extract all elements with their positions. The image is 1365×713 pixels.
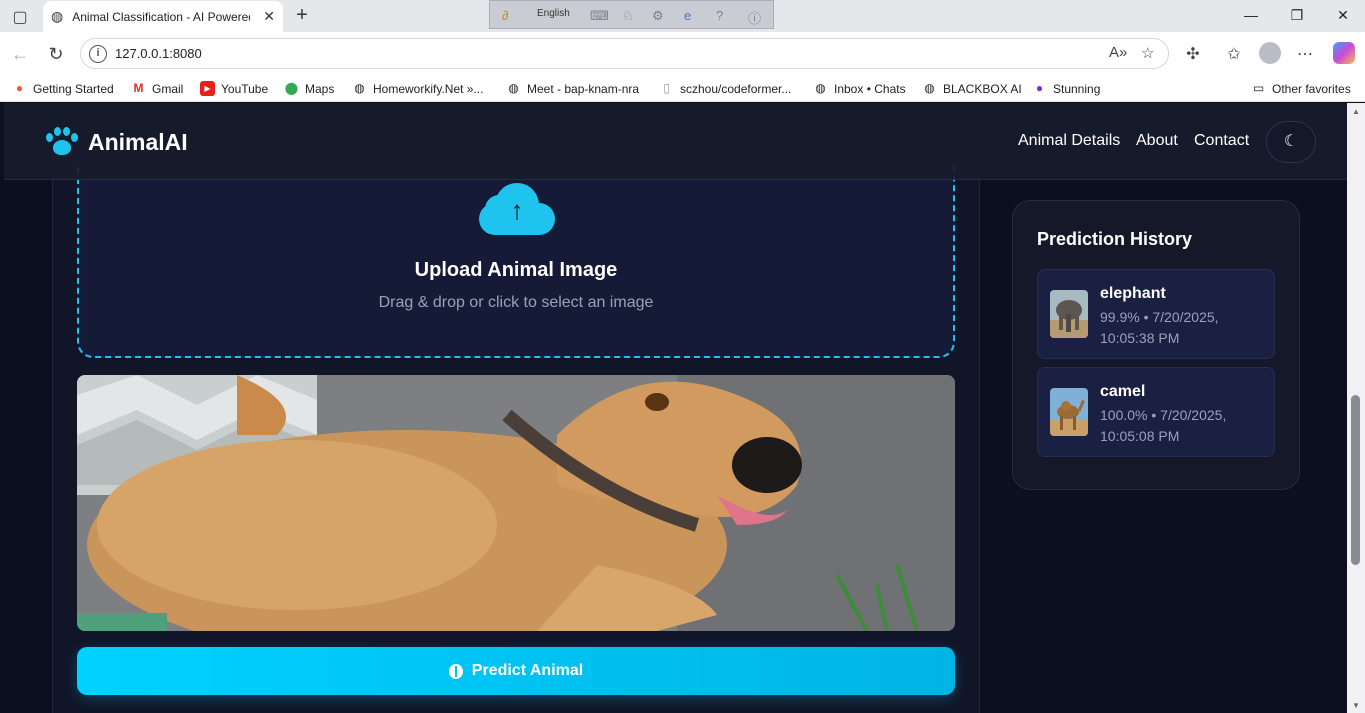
scroll-up-icon[interactable]: ▲ bbox=[1352, 107, 1360, 116]
keyboard-icon[interactable]: ⌨ bbox=[590, 8, 609, 24]
profile-avatar[interactable] bbox=[1259, 42, 1281, 64]
site-header: AnimalAI Animal Details About Contact ☾ bbox=[4, 103, 1347, 180]
ime-toolbar: ∂ English ⌨ ♘ ⚙ e ? ⓘ bbox=[489, 0, 774, 29]
more-menu-icon[interactable]: ⋯ bbox=[1294, 44, 1316, 64]
elephant-thumbnail bbox=[1050, 290, 1088, 338]
bookmark-item[interactable]: ● Getting Started bbox=[12, 81, 114, 96]
paw-icon bbox=[46, 127, 78, 157]
uploaded-image-preview bbox=[77, 375, 955, 631]
ime-logo-icon: ∂ bbox=[502, 8, 509, 23]
upload-title: Upload Animal Image bbox=[414, 259, 618, 281]
maps-icon: ⬤ bbox=[284, 81, 299, 95]
scroll-down-icon[interactable]: ▼ bbox=[1352, 701, 1360, 710]
globe-icon: ◍ bbox=[51, 8, 64, 24]
new-tab-button[interactable]: + bbox=[292, 5, 312, 25]
prediction-history-panel: Prediction History elephant 99.9% • 7/20… bbox=[1012, 200, 1300, 490]
upload-dropzone[interactable]: ↑ Upload Animal Image Drag & drop or cli… bbox=[77, 163, 955, 358]
history-item-meta: 99.9% • 7/20/2025, 10:05:38 PM bbox=[1100, 309, 1219, 346]
globe-icon: ◍ bbox=[508, 81, 519, 95]
globe-icon: ◍ bbox=[924, 81, 935, 95]
upload-cloud-icon: ↑ bbox=[479, 181, 555, 239]
minimize-icon[interactable]: — bbox=[1241, 7, 1261, 23]
theme-toggle-button[interactable]: ☾ bbox=[1266, 121, 1316, 163]
dog-photo bbox=[77, 375, 955, 631]
maximize-icon[interactable]: ❐ bbox=[1287, 7, 1307, 24]
address-bar-row: ← ↻ i 127.0.0.1:8080 A» ☆ ✣ ✩ ⋯ bbox=[0, 32, 1365, 76]
rabbit-icon[interactable]: ♘ bbox=[622, 8, 634, 24]
favorites-icon[interactable]: ✩ bbox=[1223, 44, 1245, 64]
browser-tab-bar: ▢ ◍ Animal Classification - AI Powered A… bbox=[0, 0, 1365, 32]
bookmark-item[interactable]: M Gmail bbox=[131, 81, 184, 96]
brand-name: AnimalAI bbox=[88, 128, 188, 155]
firefox-icon: ● bbox=[15, 81, 24, 95]
site-info-icon[interactable]: i bbox=[89, 45, 107, 63]
brain-icon bbox=[448, 663, 463, 679]
close-window-icon[interactable]: ✕ bbox=[1333, 7, 1353, 24]
extensions-icon[interactable]: ✣ bbox=[1182, 44, 1204, 64]
copilot-icon[interactable] bbox=[1333, 42, 1355, 64]
folder-icon: ▭ bbox=[1252, 81, 1265, 95]
youtube-icon: ▶ bbox=[200, 81, 215, 96]
camel-thumbnail bbox=[1050, 388, 1088, 436]
bookmark-item[interactable]: ▶ YouTube bbox=[200, 81, 268, 96]
web-page: ↑ Upload Animal Image Drag & drop or cli… bbox=[4, 103, 1347, 713]
site-logo[interactable]: AnimalAI bbox=[46, 127, 188, 157]
favorite-star-icon[interactable]: ☆ bbox=[1141, 44, 1154, 62]
tab-title: Animal Classification - AI Powered Anima… bbox=[72, 9, 250, 24]
bookmark-item[interactable]: ◍ Meet - bap-knam-nra bbox=[506, 81, 639, 96]
upload-subtitle: Drag & drop or click to select an image bbox=[378, 294, 654, 311]
history-item-meta: 100.0% • 7/20/2025, 10:05:08 PM bbox=[1100, 407, 1227, 444]
predict-label: Predict Animal bbox=[471, 662, 584, 679]
url-text[interactable]: 127.0.0.1:8080 bbox=[115, 46, 202, 61]
info-icon[interactable]: ⓘ bbox=[748, 8, 761, 27]
history-item-name: camel bbox=[1100, 383, 1146, 400]
url-field[interactable]: i 127.0.0.1:8080 A» ☆ bbox=[80, 38, 1169, 69]
history-item-name: elephant bbox=[1100, 285, 1166, 302]
browser-tab[interactable]: ◍ Animal Classification - AI Powered Ani… bbox=[43, 1, 283, 32]
globe-icon: ◍ bbox=[815, 81, 826, 95]
ie-icon[interactable]: e bbox=[684, 8, 691, 23]
globe-icon: ◍ bbox=[354, 81, 365, 95]
page-icon: ▯ bbox=[663, 81, 670, 95]
moon-icon: ☾ bbox=[1283, 133, 1299, 150]
bookmarks-bar: ● Getting Started M Gmail ▶ YouTube ⬤ Maps ◍… bbox=[0, 76, 1365, 102]
stunning-icon: ● bbox=[1035, 81, 1044, 95]
scrollbar-thumb[interactable] bbox=[1351, 395, 1360, 565]
nav-animal-details[interactable]: Animal Details bbox=[1018, 132, 1120, 150]
read-aloud-icon[interactable]: A» bbox=[1109, 44, 1127, 61]
ime-language[interactable]: English bbox=[537, 8, 570, 19]
bookmark-item[interactable]: ▯ sczhou/codeformer... bbox=[659, 81, 791, 96]
page-scrollbar[interactable]: ▲ ▼ bbox=[1347, 103, 1365, 713]
nav-contact[interactable]: Contact bbox=[1194, 132, 1249, 150]
bookmark-item[interactable]: ● Stunning bbox=[1032, 81, 1101, 96]
help-icon[interactable]: ? bbox=[716, 8, 723, 23]
history-item[interactable]: elephant 99.9% • 7/20/2025, 10:05:38 PM bbox=[1037, 269, 1275, 359]
refresh-icon[interactable]: ↻ bbox=[46, 44, 66, 65]
bookmark-item[interactable]: ⬤ Maps bbox=[284, 81, 335, 96]
back-icon[interactable]: ← bbox=[10, 44, 30, 65]
history-item[interactable]: camel 100.0% • 7/20/2025, 10:05:08 PM bbox=[1037, 367, 1275, 457]
history-title: Prediction History bbox=[1037, 229, 1193, 249]
close-tab-icon[interactable]: ✕ bbox=[263, 8, 275, 25]
sidebar-toggle-icon[interactable]: ▢ bbox=[9, 7, 31, 27]
bookmark-item[interactable]: ◍ Homeworkify.Net »... bbox=[352, 81, 483, 96]
other-favorites[interactable]: ▭ Other favorites bbox=[1251, 81, 1351, 96]
gmail-icon: M bbox=[133, 81, 144, 95]
predict-button[interactable]: Predict Animal bbox=[77, 647, 955, 695]
bookmark-item[interactable]: ◍ Inbox • Chats bbox=[813, 81, 905, 96]
nav-about[interactable]: About bbox=[1136, 132, 1178, 150]
settings-icon[interactable]: ⚙ bbox=[652, 8, 664, 24]
bookmark-item[interactable]: ◍ BLACKBOX AI bbox=[922, 81, 1021, 96]
